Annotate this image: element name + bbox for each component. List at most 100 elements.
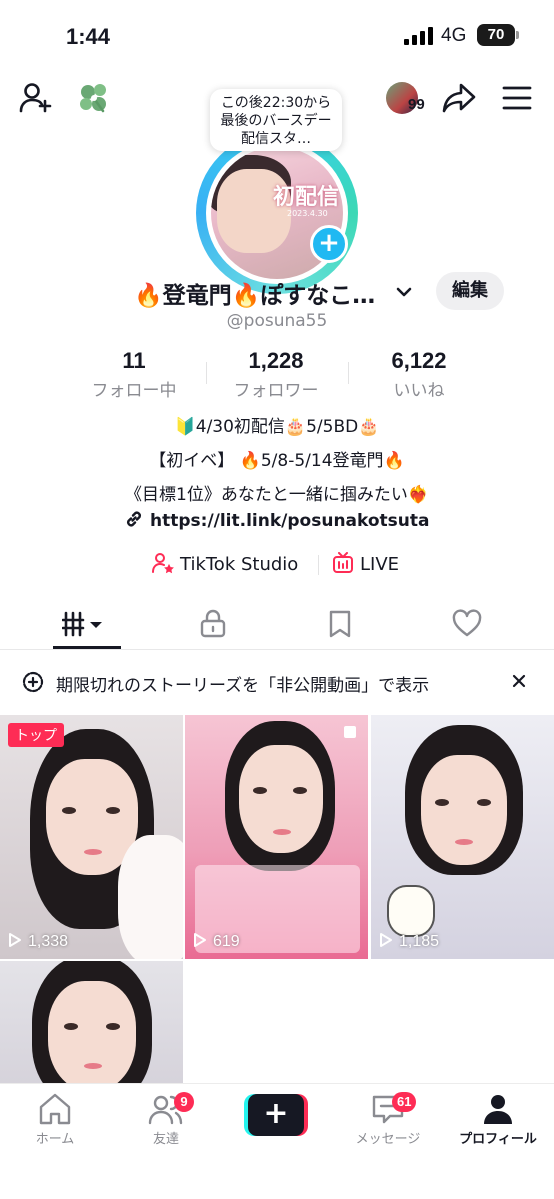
view-count: 1,338: [8, 932, 68, 951]
bookmark-icon: [329, 610, 351, 638]
visitor-count: 99: [408, 96, 425, 113]
stat-value: 11: [122, 348, 146, 373]
add-story-button[interactable]: +: [310, 225, 348, 263]
status-bar: 1:44 4G 70: [0, 0, 554, 70]
bio-link[interactable]: https://lit.link/posunakotsuta: [124, 509, 430, 531]
stat-value: 6,122: [391, 348, 447, 373]
nav-label: プロフィール: [459, 1132, 537, 1147]
create-button[interactable]: +: [244, 1094, 308, 1136]
profile-tabs: [0, 600, 554, 650]
thumbnail-eye: [477, 799, 491, 806]
avatar-caption: 初配信: [273, 185, 340, 210]
stat-value: 1,228: [248, 348, 304, 373]
story-note-bubble[interactable]: この後22:30から最後のバースデー配信スタ…: [210, 89, 342, 151]
play-icon: [380, 933, 392, 947]
live-button[interactable]: LIVE: [332, 552, 399, 575]
studio-label: TikTok Studio: [180, 554, 299, 575]
video-thumbnail[interactable]: [0, 961, 183, 1083]
name-row: 🔥登竜門🔥ぽすなこ… 編集: [0, 272, 554, 312]
nav-profile[interactable]: プロフィール: [448, 1092, 548, 1147]
bio-line: 🔰4/30初配信🎂5/5BD🎂: [174, 417, 380, 437]
video-thumbnail[interactable]: 619: [185, 715, 368, 959]
nav-label: ホーム: [35, 1132, 75, 1147]
notification-badge: 9: [174, 1092, 194, 1112]
pinned-badge: トップ: [8, 723, 64, 747]
close-icon[interactable]: [510, 672, 528, 690]
link-icon: [127, 511, 141, 527]
stories-notice-banner[interactable]: 期限切れのストーリーズを「非公開動画」で表示: [0, 662, 554, 702]
play-icon: [194, 933, 206, 947]
thumbnail-face: [421, 755, 507, 865]
view-count-value: 619: [213, 933, 240, 950]
stat-label: フォロワー: [233, 381, 319, 401]
battery-tip: [516, 31, 519, 39]
play-icon: [9, 933, 21, 947]
story-add-icon: [22, 671, 44, 693]
bear-sticker: [387, 885, 435, 937]
plus-icon: +: [248, 1094, 304, 1136]
nav-home[interactable]: ホーム: [5, 1092, 105, 1147]
bio-line: 《目標1位》あなたと一緒に掴みたい❤️‍🔥: [125, 485, 429, 505]
profile-name[interactable]: 🔥登竜門🔥ぽすなこ…: [134, 276, 375, 310]
view-count-value: 1,338: [28, 933, 69, 950]
thumbnail-lip: [455, 839, 473, 845]
home-icon: [39, 1093, 71, 1125]
stat-label: いいね: [393, 381, 445, 401]
live-icon: [333, 552, 353, 573]
menu-icon[interactable]: [500, 82, 534, 114]
nav-label: 友達: [152, 1132, 179, 1147]
tab-private[interactable]: [158, 600, 268, 648]
tab-videos[interactable]: [32, 600, 142, 648]
tab-liked[interactable]: [412, 600, 522, 648]
thumbnail-eye: [435, 799, 449, 806]
thumbnail-eye: [106, 807, 120, 814]
thumbnail-eye: [62, 807, 76, 814]
bio-link-text: https://lit.link/posunakotsuta: [150, 511, 430, 531]
video-thumbnail[interactable]: トップ 1,338: [0, 715, 183, 959]
creator-icon: [152, 553, 174, 574]
active-tab-indicator: [53, 646, 121, 649]
divider: [318, 555, 319, 575]
battery-icon: 70: [477, 24, 515, 46]
notice-text: 期限切れのストーリーズを「非公開動画」で表示: [56, 676, 430, 696]
view-count-value: 1,185: [399, 933, 440, 950]
thumbnail-eye: [293, 787, 307, 794]
edit-profile-button[interactable]: 編集: [436, 272, 504, 310]
video-thumbnail[interactable]: 1,185: [371, 715, 554, 959]
thumbnail-face: [239, 745, 323, 853]
add-friend-icon[interactable]: [18, 80, 54, 116]
view-count: 1,185: [379, 932, 439, 951]
thumbnail-eye: [253, 787, 267, 794]
thumbnail-lip: [273, 829, 291, 835]
heart-icon: [452, 609, 482, 637]
stat-following[interactable]: 11 フォロー中: [86, 348, 182, 401]
avatar-date: 2023.4.30: [287, 209, 328, 218]
bottom-navigation: ホーム 友達 9 + メッセージ 61 プロフィール: [0, 1083, 554, 1199]
stat-followers[interactable]: 1,228 フォロワー: [224, 348, 328, 401]
tab-saved[interactable]: [285, 600, 395, 648]
nav-label: メッセージ: [355, 1132, 421, 1147]
stat-label: フォロー中: [91, 381, 177, 401]
profile-icon: [484, 1095, 512, 1124]
thumbnail-eye: [106, 1023, 120, 1030]
thumbnail-fur-coat: [118, 835, 183, 959]
notification-badge: 61: [392, 1092, 417, 1112]
divider: [206, 362, 207, 384]
thumbnail-eye: [64, 1023, 78, 1030]
stat-likes[interactable]: 6,122 いいね: [370, 348, 468, 401]
videos-grid-icon: [62, 611, 102, 637]
share-icon[interactable]: [441, 80, 477, 116]
nav-inbox[interactable]: メッセージ 61: [338, 1092, 438, 1147]
nav-friends[interactable]: 友達 9: [116, 1092, 216, 1147]
clock: 1:44: [66, 24, 111, 49]
bio-line: 【初イベ】 🔥5/8-5/14登竜門🔥: [149, 451, 405, 471]
shortcut-row: TikTok Studio LIVE: [0, 552, 554, 578]
chevron-down-icon[interactable]: [394, 282, 414, 302]
thumbnail-lip: [84, 1063, 102, 1069]
clover-icon[interactable]: [74, 78, 114, 118]
multi-photo-icon: [344, 726, 356, 738]
tiktok-studio-button[interactable]: TikTok Studio: [152, 552, 298, 575]
view-count: 619: [193, 932, 240, 951]
divider: [348, 362, 349, 384]
lock-icon: [200, 609, 226, 638]
